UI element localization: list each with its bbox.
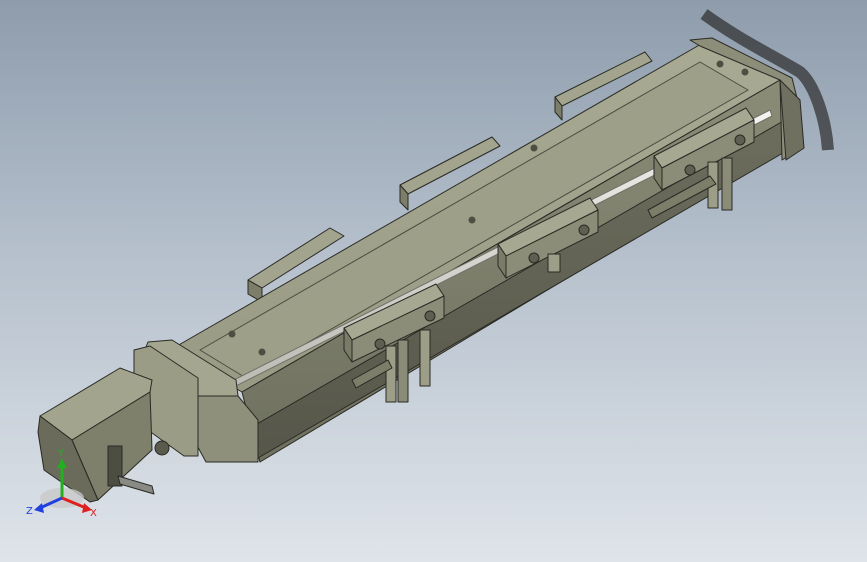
coupling-bolt bbox=[154, 440, 170, 456]
z-axis-label: Z bbox=[26, 506, 33, 517]
y-axis-label: Y bbox=[57, 448, 65, 459]
sensor-bracket bbox=[547, 253, 561, 273]
linear-actuator-model[interactable] bbox=[0, 0, 867, 562]
graphics-viewport[interactable]: Y X Z bbox=[0, 0, 867, 562]
y-arrow-icon bbox=[57, 458, 67, 468]
x-axis-label: X bbox=[90, 508, 97, 519]
z-arrow-icon bbox=[34, 503, 44, 513]
coordinate-triad: Y X Z bbox=[22, 446, 108, 526]
motor-shaft bbox=[117, 475, 155, 495]
